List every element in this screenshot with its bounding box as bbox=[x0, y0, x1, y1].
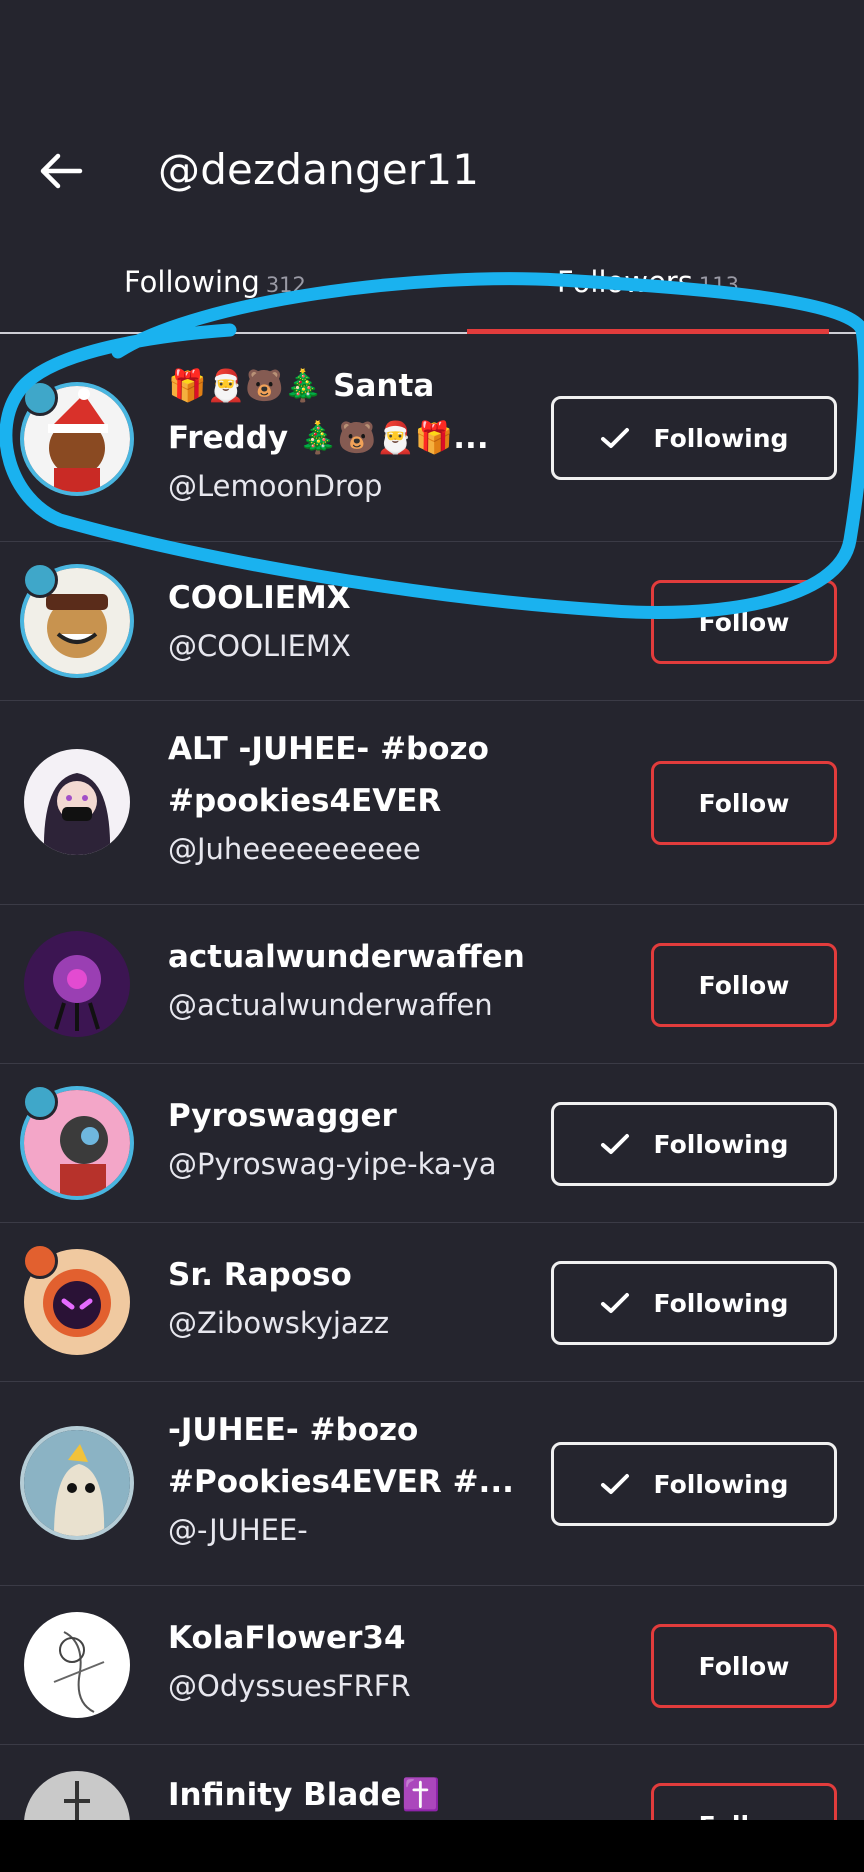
check-icon bbox=[600, 1293, 629, 1313]
follow-button-label: Follow bbox=[699, 1811, 790, 1821]
user-info: Sr. Raposo @Zibowskyjazz bbox=[168, 1249, 538, 1345]
follow-button[interactable]: Follow bbox=[651, 1624, 837, 1708]
list-item[interactable]: actualwunderwaffen @actualwunderwaffen F… bbox=[0, 905, 864, 1064]
user-handle: @Zibowskyjazz bbox=[168, 1306, 390, 1340]
following-button-label: Following bbox=[653, 1129, 789, 1159]
list-item[interactable]: Sr. Raposo @Zibowskyjazz Following bbox=[0, 1223, 864, 1382]
tab-following[interactable]: Following 312 bbox=[124, 265, 306, 299]
status-badge-icon bbox=[22, 380, 58, 416]
user-display-name: ALT -JUHEE- #bozo #pookies4EVER bbox=[168, 731, 489, 819]
user-display-name: -JUHEE- #bozo #Pookies4EVER #... bbox=[168, 1412, 514, 1500]
top-bar: @dezdanger11 bbox=[0, 0, 864, 240]
user-handle: @OdyssuesFRFR bbox=[168, 1669, 411, 1703]
avatar[interactable] bbox=[24, 1612, 130, 1718]
list-item[interactable]: Infinity Blade✝️ Follow bbox=[0, 1745, 864, 1820]
user-info: Pyroswagger @Pyroswag-yipe-ka-ya bbox=[168, 1090, 538, 1186]
user-display-name: KolaFlower34 bbox=[168, 1620, 406, 1656]
tab-following-count: 312 bbox=[265, 273, 306, 297]
follow-button-label: Follow bbox=[698, 788, 790, 818]
user-list[interactable]: 🎁🎅🐻🎄 Santa Freddy 🎄🐻🎅🎁... @LemoonDrop Fo… bbox=[0, 340, 864, 1820]
following-button-label: Following bbox=[653, 1288, 789, 1318]
system-navigation-bar bbox=[0, 1820, 864, 1872]
status-badge-icon bbox=[22, 562, 58, 598]
user-handle: @COOLIEMX bbox=[168, 629, 351, 663]
status-badge-icon bbox=[22, 1084, 58, 1120]
follow-button[interactable]: Follow bbox=[651, 580, 837, 664]
following-button[interactable]: Following bbox=[551, 1442, 837, 1526]
avatar[interactable] bbox=[24, 1430, 130, 1536]
avatar[interactable] bbox=[24, 749, 130, 855]
app-screen: @dezdanger11 Following 312 Followers 113 🎁… bbox=[0, 0, 864, 1820]
list-item[interactable]: -JUHEE- #bozo #Pookies4EVER #... @-JUHEE… bbox=[0, 1382, 864, 1586]
user-handle: @Juheeeeeeeeee bbox=[168, 832, 421, 866]
list-item[interactable]: 🎁🎅🐻🎄 Santa Freddy 🎄🐻🎅🎁... @LemoonDrop Fo… bbox=[0, 340, 864, 542]
user-handle: @LemoonDrop bbox=[168, 469, 383, 503]
follow-button[interactable]: Follow bbox=[651, 943, 837, 1027]
check-icon bbox=[600, 1474, 629, 1494]
back-arrow-icon[interactable] bbox=[36, 146, 86, 196]
following-button[interactable]: Following bbox=[551, 1261, 837, 1345]
tab-followers-label: Followers bbox=[557, 265, 693, 299]
tab-bar: Following 312 Followers 113 bbox=[0, 255, 864, 339]
user-info: KolaFlower34 @OdyssuesFRFR bbox=[168, 1612, 538, 1708]
check-icon bbox=[600, 428, 629, 448]
user-handle: @-JUHEE- bbox=[168, 1513, 308, 1547]
user-handle: @actualwunderwaffen bbox=[168, 988, 493, 1022]
list-item[interactable]: KolaFlower34 @OdyssuesFRFR Follow bbox=[0, 1586, 864, 1745]
user-display-name: Infinity Blade✝️ bbox=[168, 1777, 441, 1813]
user-display-name: 🎁🎅🐻🎄 Santa Freddy 🎄🐻🎅🎁... bbox=[168, 368, 489, 456]
list-item[interactable]: COOLIEMX @COOLIEMX Follow bbox=[0, 542, 864, 701]
avatar[interactable] bbox=[24, 931, 130, 1037]
user-info: -JUHEE- #bozo #Pookies4EVER #... @-JUHEE… bbox=[168, 1404, 538, 1552]
user-info: actualwunderwaffen @actualwunderwaffen bbox=[168, 931, 538, 1027]
status-badge-icon bbox=[22, 1243, 58, 1279]
tab-followers[interactable]: Followers 113 bbox=[557, 265, 739, 299]
follow-button[interactable]: Follow bbox=[651, 761, 837, 845]
check-icon bbox=[600, 1134, 629, 1154]
tab-followers-count: 113 bbox=[698, 273, 739, 297]
follow-button-label: Follow bbox=[698, 970, 790, 1000]
follow-button-label: Follow bbox=[698, 607, 790, 637]
list-item[interactable]: Pyroswagger @Pyroswag-yipe-ka-ya Followi… bbox=[0, 1064, 864, 1223]
follow-button[interactable]: Follow bbox=[651, 1783, 837, 1820]
user-display-name: COOLIEMX bbox=[168, 580, 351, 616]
page-title: @dezdanger11 bbox=[158, 145, 480, 194]
user-info: COOLIEMX @COOLIEMX bbox=[168, 572, 538, 668]
user-display-name: Pyroswagger bbox=[168, 1098, 397, 1134]
active-tab-indicator bbox=[467, 329, 829, 334]
user-info: Infinity Blade✝️ bbox=[168, 1769, 538, 1820]
following-button-label: Following bbox=[653, 423, 789, 453]
follow-button-label: Follow bbox=[698, 1651, 790, 1681]
user-display-name: Sr. Raposo bbox=[168, 1257, 352, 1293]
tab-following-label: Following bbox=[124, 265, 260, 299]
user-display-name: actualwunderwaffen bbox=[168, 939, 525, 975]
avatar[interactable] bbox=[24, 1771, 130, 1820]
following-button-label: Following bbox=[653, 1469, 789, 1499]
list-item[interactable]: ALT -JUHEE- #bozo #pookies4EVER @Juheeee… bbox=[0, 701, 864, 905]
user-info: 🎁🎅🐻🎄 Santa Freddy 🎄🐻🎅🎁... @LemoonDrop bbox=[168, 360, 538, 508]
following-button[interactable]: Following bbox=[551, 396, 837, 480]
user-info: ALT -JUHEE- #bozo #pookies4EVER @Juheeee… bbox=[168, 723, 538, 871]
user-handle: @Pyroswag-yipe-ka-ya bbox=[168, 1147, 497, 1181]
following-button[interactable]: Following bbox=[551, 1102, 837, 1186]
